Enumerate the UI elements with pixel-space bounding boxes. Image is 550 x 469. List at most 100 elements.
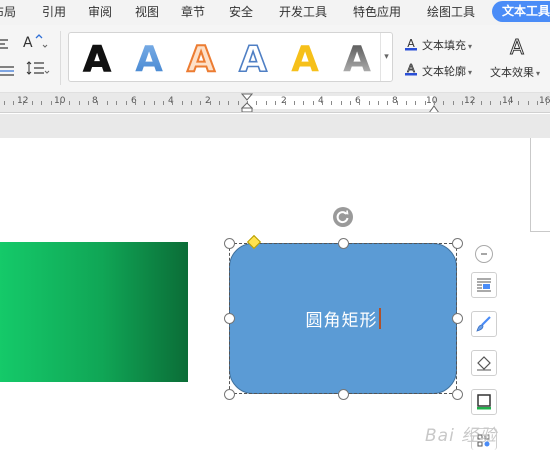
ruler-label: 12 [464,96,476,106]
resize-handle-bottom-left[interactable] [224,389,235,400]
tab-security[interactable]: 安全 [229,4,253,20]
ruler-tick [97,101,98,105]
tab-view[interactable]: 视图 [135,4,159,20]
line-spacing-icon[interactable] [26,60,50,80]
text-style-orange-outline[interactable]: A [175,33,227,81]
collapse-toolbar-icon[interactable] [475,245,493,263]
page-corner-mark [530,138,550,232]
ruler-tick [490,101,491,105]
green-gradient-rectangle[interactable] [0,242,188,382]
svg-text:A: A [510,35,524,58]
text-effect-button[interactable]: 文本效果 ▾ [490,64,540,80]
gallery-more-icon[interactable]: ▾ [380,33,392,81]
ruler-tick [331,101,332,105]
ruler-tick [4,101,5,105]
tab-layout[interactable]: 布局 [0,4,16,20]
shape-text-box[interactable]: 圆角矩形 [229,243,457,394]
ruler-tick [88,101,89,105]
ruler-tick [41,101,42,105]
ruler-tick [415,101,416,105]
ruler-tick [387,101,388,105]
ruler-tick [135,101,136,105]
svg-text:A: A [135,39,163,78]
resize-handle-right[interactable] [452,313,463,324]
text-fill-icon[interactable]: A [404,36,418,55]
ruler-tick [154,101,155,105]
tab-text-tools[interactable]: 文本工具 [492,1,550,22]
ruler-tick [509,101,510,105]
text-outline-icon[interactable]: A [404,61,418,80]
chevron-down-icon: ▾ [536,69,541,78]
text-outline-button[interactable]: 文本轮廓 ▾ [422,63,472,79]
ruler-tick [406,101,407,105]
page-margin-area [0,114,550,138]
ruler-tick [191,101,192,105]
ruler-tick [266,101,267,105]
shape-style-button[interactable] [471,311,497,337]
ruler-tick [537,101,538,105]
watermark: Bai 经验 [425,426,498,446]
text-style-blue[interactable]: A [123,33,175,81]
ruler-tick [144,101,145,105]
ruler-tick [23,101,24,105]
tab-drawing-tools[interactable]: 绘图工具 [427,4,475,20]
svg-text:A: A [187,39,215,78]
ruler-tick [378,101,379,105]
ruler-tick [210,101,211,105]
resize-handle-top-left[interactable] [224,238,235,249]
paint-bucket-icon [477,356,491,371]
text-effect-label: 文本效果 [490,66,534,79]
text-cursor [378,308,381,329]
tab-review[interactable]: 审阅 [88,4,112,20]
ruler-tick [69,101,70,105]
text-style-yellow[interactable]: A [279,33,331,81]
ruler-tick [275,101,276,105]
left-indent-marker-icon[interactable] [240,93,254,112]
ruler-tick [32,101,33,105]
shape-text: 圆角矩形 [305,311,378,331]
resize-handle-bottom-right[interactable] [452,389,463,400]
tab-special-apps[interactable]: 特色应用 [353,4,401,20]
ruler-tick [256,101,257,105]
text-fill-button[interactable]: 文本填充 ▾ [422,37,472,53]
menu-bar: 布局 引用 审阅 视图 章节 安全 开发工具 特色应用 绘图工具 文本工具 [0,0,550,25]
ruler-tick [369,101,370,105]
resize-handle-top-right[interactable] [452,238,463,249]
ruler-tick [472,101,473,105]
ruler-tick [500,101,501,105]
text-effect-icon[interactable]: A [506,34,528,62]
text-style-black[interactable]: A [71,33,123,81]
resize-handle-left[interactable] [224,313,235,324]
shape-outline-button[interactable] [471,389,497,415]
ruler-tick [285,101,286,105]
ruler-tick [238,101,239,105]
text-fill-label: 文本填充 [422,39,466,52]
ruler-tick [126,101,127,105]
resize-handle-bottom[interactable] [338,389,349,400]
ruler-tick [60,101,61,105]
distribute-lines-icon[interactable] [0,62,16,81]
horizontal-ruler[interactable]: 12 10 8 6 4 2 2 4 6 8 10 12 14 16 [0,93,550,113]
align-lines-icon[interactable] [0,35,12,54]
rotate-handle-icon[interactable] [333,207,353,227]
ruler-tick [443,101,444,105]
layout-options-button[interactable] [471,272,497,298]
outline-icon [477,394,491,410]
font-size-increase-icon[interactable]: A [22,33,48,53]
ruler-tick [350,101,351,105]
text-style-gray-gradient[interactable]: A [331,33,383,81]
text-style-blue-outline[interactable]: A [227,33,279,81]
document-canvas[interactable]: 圆角矩形 Bai 经验 [0,138,550,469]
ruler-tick [359,101,360,105]
ruler-tick [341,101,342,105]
ruler-tick [116,101,117,105]
tab-references[interactable]: 引用 [42,4,66,20]
shape-fill-button[interactable] [471,350,497,376]
tab-chapter[interactable]: 章节 [181,4,205,20]
ruler-tick [219,101,220,105]
ruler-tick [481,101,482,105]
ruler-tick [546,101,547,105]
right-indent-marker-icon[interactable] [428,100,440,112]
tab-developer-tools[interactable]: 开发工具 [279,4,327,20]
resize-handle-top[interactable] [338,238,349,249]
